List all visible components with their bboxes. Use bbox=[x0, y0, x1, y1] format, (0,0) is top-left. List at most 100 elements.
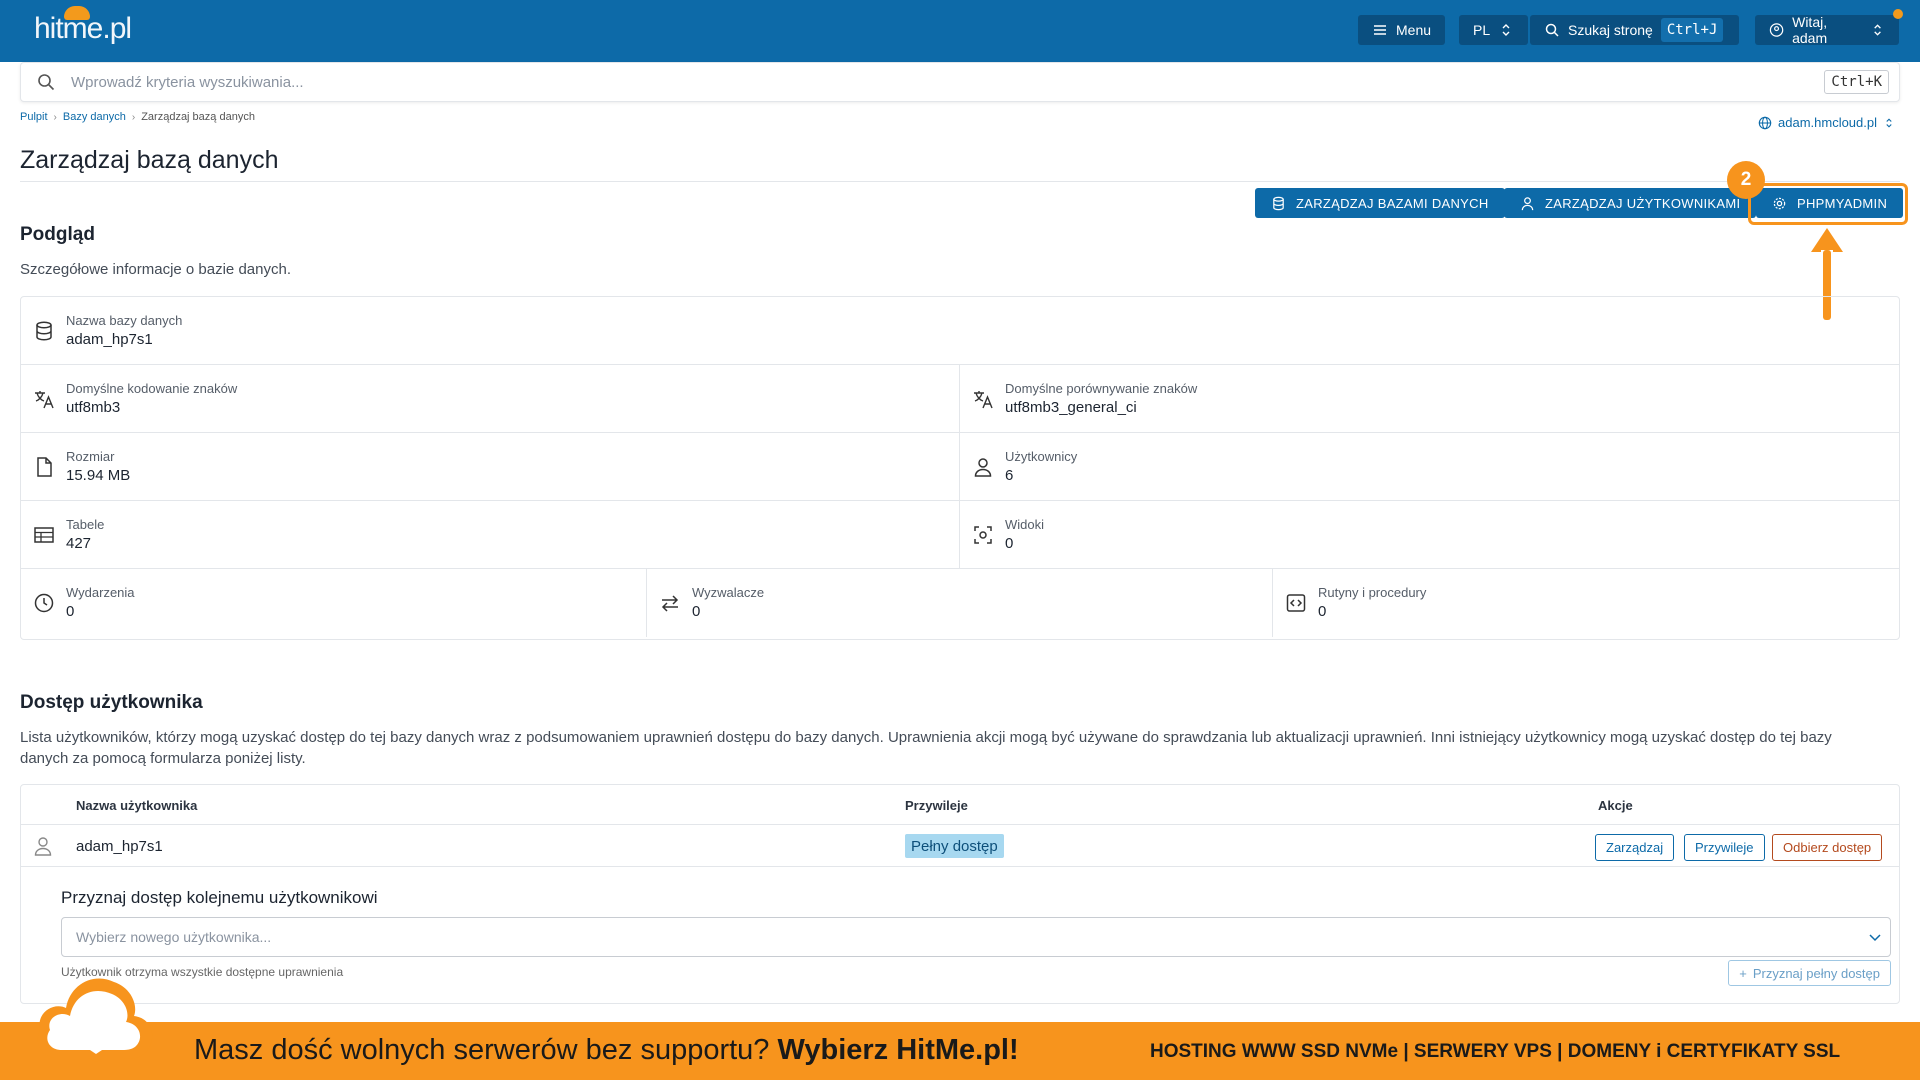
manage-users-label: ZARZĄDZAJ UŻYTKOWNIKAMI bbox=[1545, 195, 1741, 211]
tables-field: Tabele 427 bbox=[21, 501, 960, 569]
search-input[interactable]: Wprowadź kryteria wyszukiwania... bbox=[71, 74, 1824, 91]
user-circle-icon bbox=[1769, 23, 1784, 37]
breadcrumb-current: Zarządzaj bazą danych bbox=[141, 111, 255, 123]
breadcrumb: Pulpit › Bazy danych › Zarządzaj bazą da… bbox=[20, 111, 255, 123]
database-icon bbox=[36, 321, 52, 341]
user-icon bbox=[974, 458, 992, 477]
manage-user-button[interactable]: Zarządzaj bbox=[1595, 834, 1675, 861]
updown-chevron-icon bbox=[1874, 24, 1881, 36]
clock-icon bbox=[34, 593, 54, 613]
field-label: Domyślne kodowanie znaków bbox=[66, 381, 238, 396]
plus-icon: + bbox=[1739, 965, 1747, 981]
banner-services: HOSTING WWW SSD NVMe | SERWERY VPS | DOM… bbox=[1150, 1041, 1841, 1062]
language-select[interactable]: PL bbox=[1459, 15, 1529, 45]
page-search-label: Szukaj stronę bbox=[1568, 22, 1653, 38]
collation-field: Domyślne porównywanie znaków utf8mb3_gen… bbox=[960, 365, 1899, 433]
size-field: Rozmiar 15.94 MB bbox=[21, 433, 960, 501]
overview-description: Szczegółowe informacje o bazie danych. bbox=[20, 261, 291, 278]
users-field: Użytkownicy 6 bbox=[960, 433, 1899, 501]
globe-icon bbox=[1758, 116, 1772, 129]
breadcrumb-databases[interactable]: Bazy danych bbox=[63, 111, 126, 123]
breadcrumb-separator: › bbox=[131, 111, 136, 123]
search-icon bbox=[1545, 23, 1559, 37]
column-header-actions: Akcje bbox=[1598, 798, 1633, 813]
field-label: Rutyny i procedury bbox=[1318, 585, 1427, 600]
manage-users-button[interactable]: ZARZĄDZAJ UŻYTKOWNIKAMI bbox=[1504, 188, 1757, 218]
revoke-access-button[interactable]: Odbierz dostęp bbox=[1772, 834, 1883, 861]
user-access-heading: Dostęp użytkownika bbox=[20, 692, 203, 713]
translate-icon bbox=[974, 391, 993, 409]
menu-button[interactable]: Menu bbox=[1358, 15, 1446, 45]
manage-databases-button[interactable]: ZARZĄDZAJ BAZAMI DANYCH bbox=[1255, 188, 1505, 218]
field-value: 427 bbox=[66, 535, 92, 552]
manage-databases-label: ZARZĄDZAJ BAZAMI DANYCH bbox=[1296, 195, 1489, 211]
triggers-field: Wyzwalacze 0 bbox=[647, 569, 1273, 637]
search-icon bbox=[38, 74, 55, 91]
username-cell: adam_hp7s1 bbox=[76, 838, 163, 855]
grant-full-access-button[interactable]: + Przyznaj pełny dostęp bbox=[1728, 960, 1891, 986]
charset-field: Domyślne kodowanie znaków utf8mb3 bbox=[21, 365, 960, 433]
grant-full-access-label: Przyznaj pełny dostęp bbox=[1752, 965, 1880, 981]
global-search-bar[interactable]: Wprowadź kryteria wyszukiwania... Ctrl+K bbox=[20, 62, 1900, 102]
page-search-button[interactable]: Szukaj stronę Ctrl+J bbox=[1530, 15, 1740, 45]
database-info-grid: Nazwa bazy danych adam_hp7s1 Domyślne ko… bbox=[20, 296, 1900, 640]
view-icon bbox=[974, 526, 992, 544]
field-label: Rozmiar bbox=[66, 449, 115, 464]
breadcrumb-separator: › bbox=[53, 111, 57, 123]
top-navigation-bar: hitme.pl Menu PL Szukaj stronę Ctrl+J Wi… bbox=[0, 0, 1920, 62]
routines-field: Rutyny i procedury 0 bbox=[1273, 569, 1899, 637]
domain-selector[interactable]: adam.hmcloud.pl bbox=[1758, 115, 1895, 130]
user-menu-button[interactable]: Witaj, adam bbox=[1755, 9, 1903, 46]
file-icon bbox=[37, 457, 52, 477]
field-value: utf8mb3 bbox=[66, 399, 121, 416]
field-label: Wydarzenia bbox=[66, 585, 135, 600]
field-label: Tabele bbox=[66, 517, 105, 532]
field-value: 0 bbox=[1005, 535, 1014, 552]
cloud-logo-icon bbox=[37, 978, 153, 1062]
events-field: Wydarzenia 0 bbox=[21, 569, 647, 637]
page-search-shortcut: Ctrl+J bbox=[1660, 18, 1724, 42]
page-title: Zarządzaj bazą danych bbox=[20, 146, 279, 174]
field-value: utf8mb3_general_ci bbox=[1005, 399, 1137, 416]
new-user-select[interactable]: Wybierz nowego użytkownika... bbox=[61, 917, 1891, 957]
table-row: adam_hp7s1 Pełny dostęp Zarządzaj Przywi… bbox=[21, 825, 1899, 867]
field-label: Wyzwalacze bbox=[692, 585, 765, 600]
field-value: 0 bbox=[66, 603, 75, 620]
field-value: 0 bbox=[692, 603, 701, 620]
hamburger-icon bbox=[1374, 25, 1386, 35]
user-greeting: Witaj, adam bbox=[1792, 14, 1828, 46]
chevron-down-icon bbox=[1869, 934, 1881, 942]
user-access-table: Nazwa użytkownika Przywileje Akcje adam_… bbox=[20, 784, 1900, 1004]
translate-icon bbox=[35, 391, 54, 409]
notification-dot bbox=[1893, 9, 1903, 19]
updown-chevron-icon bbox=[1886, 117, 1892, 128]
search-shortcut: Ctrl+K bbox=[1824, 70, 1889, 94]
logo-cloud-icon bbox=[64, 6, 90, 20]
privileges-badge: Pełny dostęp bbox=[905, 834, 1004, 858]
views-field: Widoki 0 bbox=[960, 501, 1899, 569]
database-icon bbox=[1273, 196, 1284, 210]
breadcrumb-dashboard[interactable]: Pulpit bbox=[20, 111, 48, 123]
field-label: Widoki bbox=[1005, 517, 1045, 532]
user-icon bbox=[34, 837, 52, 856]
banner-text: Masz dość wolnych serwerów bez supportu?… bbox=[194, 1034, 1019, 1067]
user-access-description: Lista użytkowników, którzy mogą uzyskać … bbox=[20, 729, 1832, 767]
select-placeholder: Wybierz nowego użytkownika... bbox=[76, 929, 272, 945]
user-icon bbox=[1521, 196, 1534, 210]
field-value: 0 bbox=[1318, 603, 1327, 620]
logo-suffix: .pl bbox=[102, 12, 132, 45]
banner-text-regular: Masz dość wolnych serwerów bez supportu? bbox=[194, 1034, 770, 1066]
code-icon bbox=[1286, 594, 1306, 612]
language-label: PL bbox=[1473, 22, 1491, 38]
column-header-username: Nazwa użytkownika bbox=[76, 798, 198, 813]
step-badge: 2 bbox=[1727, 161, 1765, 199]
db-name-field: Nazwa bazy danych adam_hp7s1 bbox=[21, 297, 1899, 365]
hitme-logo[interactable]: hitme.pl bbox=[34, 6, 132, 46]
field-value: 6 bbox=[1005, 467, 1014, 484]
overview-heading: Podgląd bbox=[20, 224, 95, 245]
privileges-button[interactable]: Przywileje bbox=[1684, 834, 1765, 861]
field-label: Domyślne porównywanie znaków bbox=[1005, 381, 1198, 396]
swap-icon bbox=[661, 595, 679, 612]
field-value: adam_hp7s1 bbox=[66, 331, 153, 348]
grant-access-heading: Przyznaj dostęp kolejnemu użytkownikowi bbox=[61, 888, 378, 907]
